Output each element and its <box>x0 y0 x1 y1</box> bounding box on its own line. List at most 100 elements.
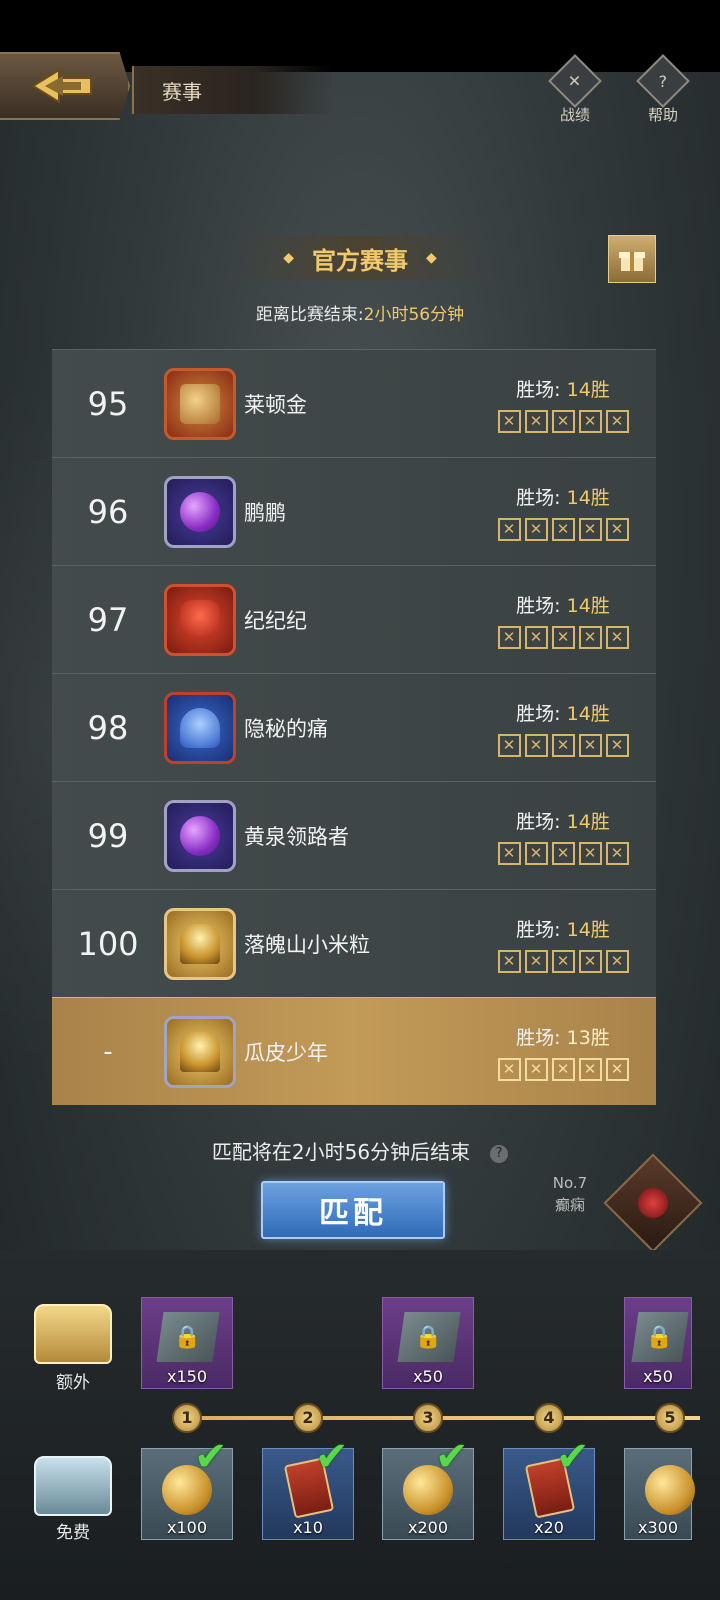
question-icon[interactable]: ? <box>490 1144 509 1163</box>
season-text: No.7 癫痫 <box>540 1172 600 1216</box>
countdown-prefix: 距离比赛结束: <box>255 305 364 325</box>
dot-icon: ◆ <box>426 250 437 266</box>
checkmark-icon: ✔ <box>435 1434 469 1480</box>
reward-amount: x200 <box>407 1518 448 1537</box>
rank-number: 98 <box>87 708 129 747</box>
purple-orb-avatar <box>164 475 236 548</box>
my-rank-row[interactable]: - 瓜皮少年 胜场: 13胜 ✕ ✕ ✕ ✕ ✕ <box>52 997 656 1105</box>
event-title-banner: ◆ 官方赛事 ◆ <box>230 236 490 280</box>
blue-crest-avatar <box>164 691 236 764</box>
reward-amount: x50 <box>413 1367 443 1386</box>
record-button[interactable]: ✕ 战绩 <box>540 54 610 125</box>
win-trophy-avatar <box>164 367 236 440</box>
match-button[interactable]: 匹配 <box>261 1181 445 1239</box>
tier-node: 1 <box>172 1403 202 1433</box>
table-row[interactable]: 98 隐秘的痛 胜场: 14胜 ✕ ✕ ✕ ✕ ✕ <box>52 673 656 781</box>
reward-amount: x300 <box>637 1518 678 1537</box>
player-name: 隐秘的痛 <box>244 716 328 741</box>
extra-label: 额外 <box>56 1373 90 1393</box>
table-row[interactable]: 97 纪纪纪 胜场: 14胜 ✕ ✕ ✕ ✕ ✕ <box>52 565 656 673</box>
loss-boxes: ✕ ✕ ✕ ✕ ✕ <box>488 733 638 757</box>
lock-icon: 🔒 <box>631 1312 689 1362</box>
ranking-table: 95 莱顿金 胜场: 14胜 ✕ ✕ ✕ ✕ ✕ 96 鹏鹏 胜场: 14胜 ✕ ✕ ✕ ✕ ✕… <box>52 349 656 1105</box>
tier-node: 4 <box>534 1403 564 1433</box>
loss-boxes: ✕ ✕ ✕ ✕ ✕ <box>488 1057 638 1081</box>
table-row[interactable]: 95 莱顿金 胜场: 14胜 ✕ ✕ ✕ ✕ ✕ <box>52 349 656 457</box>
player-name: 瓜皮少年 <box>244 1040 328 1065</box>
tier-node: 3 <box>413 1403 443 1433</box>
wins-label: 胜场: <box>516 378 561 401</box>
rank-number: 96 <box>87 492 129 531</box>
lock-icon: 🔒 <box>156 1312 220 1362</box>
wins-value: 14胜 <box>566 810 610 833</box>
extra-reward-3[interactable]: 🔒 x50 <box>382 1297 474 1389</box>
wins-value: 14胜 <box>566 378 610 401</box>
reward-amount: x50 <box>643 1367 673 1386</box>
rank-number: 99 <box>87 816 129 855</box>
loss-boxes: ✕ ✕ ✕ ✕ ✕ <box>488 949 638 973</box>
page-title: 赛事 <box>132 66 332 114</box>
loss-boxes: ✕ ✕ ✕ ✕ ✕ <box>488 625 638 649</box>
table-row[interactable]: 100 落魄山小米粒 胜场: 14胜 ✕ ✕ ✕ ✕ ✕ <box>52 889 656 997</box>
countdown-time: 2小时56分钟 <box>363 305 465 325</box>
dot-icon: ◆ <box>283 250 294 266</box>
free-reward-2[interactable]: ✔ x10 <box>262 1437 354 1540</box>
free-reward-3[interactable]: ✔ x200 <box>382 1437 474 1540</box>
player-name: 纪纪纪 <box>244 608 307 633</box>
player-name: 莱顿金 <box>244 392 307 417</box>
wins-label: 胜场: <box>516 486 561 509</box>
wins-box: 胜场: 14胜 ✕ ✕ ✕ ✕ ✕ <box>488 807 638 865</box>
crossed-swords-icon: ✕ <box>548 54 602 108</box>
wins-value: 14胜 <box>566 594 610 617</box>
free-reward-4[interactable]: ✔ x20 <box>503 1437 595 1540</box>
rank-number: 100 <box>77 924 139 963</box>
coin-icon <box>645 1465 695 1515</box>
season-card[interactable]: No.7 癫痫 <box>540 1153 720 1253</box>
wins-box: 胜场: 14胜 ✕ ✕ ✕ ✕ ✕ <box>488 483 638 541</box>
wins-value: 14胜 <box>566 702 610 725</box>
rank-number: 95 <box>87 384 129 423</box>
gold-chest-icon <box>34 1304 112 1364</box>
reward-track <box>0 1250 720 1600</box>
gift-button[interactable] <box>608 235 656 283</box>
table-row[interactable]: 96 鹏鹏 胜场: 14胜 ✕ ✕ ✕ ✕ ✕ <box>52 457 656 565</box>
back-button[interactable] <box>0 52 130 120</box>
wins-box: 胜场: 14胜 ✕ ✕ ✕ ✕ ✕ <box>488 591 638 649</box>
wins-label: 胜场: <box>516 594 561 617</box>
loss-boxes: ✕ ✕ ✕ ✕ ✕ <box>488 409 638 433</box>
gift-icon <box>619 252 645 271</box>
wins-box: 胜场: 14胜 ✕ ✕ ✕ ✕ ✕ <box>488 375 638 433</box>
help-card-icon: ? <box>636 54 690 108</box>
event-countdown: 距离比赛结束:2小时56分钟 <box>0 300 720 325</box>
back-arrow-icon <box>31 68 92 104</box>
extra-reward-5[interactable]: 🔒 x50 <box>624 1297 692 1389</box>
help-button[interactable]: ? 帮助 <box>628 54 698 125</box>
checkmark-icon: ✔ <box>194 1434 228 1480</box>
player-name: 黄泉领路者 <box>244 824 349 849</box>
season-number: No.7 <box>552 1174 588 1192</box>
reward-amount: x10 <box>293 1518 323 1537</box>
extra-reward-1[interactable]: 🔒 x150 <box>141 1297 233 1389</box>
wins-box: 胜场: 14胜 ✕ ✕ ✕ ✕ ✕ <box>488 915 638 973</box>
wins-value: 14胜 <box>566 918 610 941</box>
loss-boxes: ✕ ✕ ✕ ✕ ✕ <box>488 517 638 541</box>
free-reward-1[interactable]: ✔ x100 <box>141 1437 233 1540</box>
wins-box: 胜场: 13胜 ✕ ✕ ✕ ✕ ✕ <box>488 1023 638 1081</box>
table-row[interactable]: 99 黄泉领路者 胜场: 14胜 ✕ ✕ ✕ ✕ ✕ <box>52 781 656 889</box>
wins-box: 胜场: 14胜 ✕ ✕ ✕ ✕ ✕ <box>488 699 638 757</box>
golden-helmet-avatar <box>164 1015 236 1088</box>
wins-value: 13胜 <box>566 1026 610 1049</box>
rank-number: - <box>103 1036 113 1067</box>
season-name: 癫痫 <box>554 1196 585 1214</box>
player-name: 落魄山小米粒 <box>244 932 370 957</box>
silver-chest-icon <box>34 1456 112 1516</box>
tier-node: 2 <box>293 1403 323 1433</box>
lock-icon: 🔒 <box>397 1312 461 1362</box>
rank-number: 97 <box>87 600 129 639</box>
tier-node: 5 <box>655 1403 685 1433</box>
free-reward-5[interactable]: x300 <box>624 1448 695 1540</box>
player-name: 鹏鹏 <box>244 500 286 525</box>
wins-label: 胜场: <box>516 1026 561 1049</box>
wins-label: 胜场: <box>516 702 561 725</box>
reward-amount: x100 <box>166 1518 207 1537</box>
